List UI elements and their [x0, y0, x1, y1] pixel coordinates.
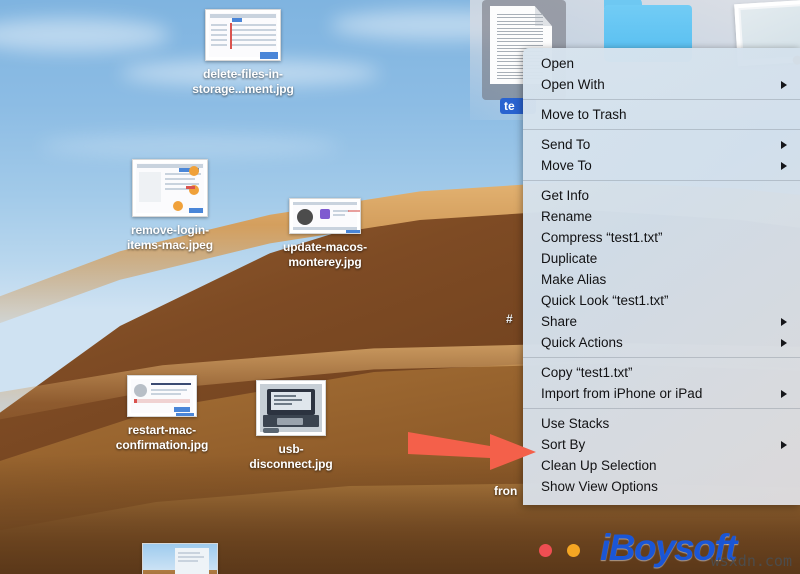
- desktop-icon-label: remove-login- items-mac.jpeg: [110, 223, 230, 253]
- menu-item-sort-by[interactable]: Sort By: [523, 434, 800, 455]
- desktop-icon-update-macos[interactable]: update-macos- monterey.jpg: [265, 198, 385, 270]
- menu-item-send-to[interactable]: Send To: [523, 134, 800, 155]
- menu-item-label: Use Stacks: [541, 416, 610, 431]
- chevron-right-icon: [781, 80, 787, 89]
- thumbnail-preview: [142, 543, 218, 574]
- obscured-label-line-1: Tr: [498, 450, 510, 464]
- thumbnail-preview: [205, 9, 281, 61]
- label-line-2: items-mac.jpeg: [127, 238, 213, 252]
- menu-item-label: Rename: [541, 209, 593, 224]
- thumbnail-preview: [256, 380, 326, 436]
- menu-item-rename[interactable]: Rename: [523, 206, 800, 227]
- menu-item-copy[interactable]: Copy “test1.txt”: [523, 362, 800, 383]
- desktop[interactable]: te delete-files-in- storage...ment.jpg r…: [0, 0, 800, 574]
- menu-separator: [523, 357, 800, 358]
- menu-item-make-alias[interactable]: Make Alias: [523, 269, 800, 290]
- menu-item-compress[interactable]: Compress “test1.txt”: [523, 227, 800, 248]
- menu-item-label: Move to Trash: [541, 107, 627, 122]
- menu-item-open[interactable]: Open: [523, 53, 800, 74]
- menu-item-label: Sort By: [541, 437, 586, 452]
- menu-item-move-to-trash[interactable]: Move to Trash: [523, 104, 800, 125]
- menu-item-label: Quick Actions: [541, 335, 623, 350]
- cloud-wisp: [0, 18, 170, 52]
- chevron-right-icon: [781, 389, 787, 398]
- menu-separator: [523, 180, 800, 181]
- menu-separator: [523, 129, 800, 130]
- label-line-1: restart-mac-: [127, 423, 197, 437]
- menu-item-get-info[interactable]: Get Info: [523, 185, 800, 206]
- thumbnail-preview: [132, 159, 208, 217]
- menu-item-label: Clean Up Selection: [541, 458, 657, 473]
- label-line-2: disconnect.jpg: [249, 457, 333, 471]
- desktop-icon-delete-files[interactable]: delete-files-in- storage...ment.jpg: [183, 9, 303, 97]
- cloud-wisp: [40, 135, 340, 157]
- menu-item-quick-look[interactable]: Quick Look “test1.txt”: [523, 290, 800, 311]
- desktop-icon-label: usb- disconnect.jpg: [231, 442, 351, 472]
- menu-item-open-with[interactable]: Open With: [523, 74, 800, 95]
- desktop-icon-restart-mac[interactable]: restart-mac- confirmation.jpg: [102, 375, 222, 453]
- desktop-icon-label: update-macos- monterey.jpg: [265, 240, 385, 270]
- menu-item-label: Quick Look “test1.txt”: [541, 293, 669, 308]
- menu-item-label: Get Info: [541, 188, 590, 203]
- menu-item-label: Send To: [541, 137, 591, 152]
- label-line-2: confirmation.jpg: [115, 438, 209, 452]
- label-line-1: remove-login-: [130, 223, 210, 237]
- thumbnail-preview: [127, 375, 197, 417]
- menu-item-quick-actions[interactable]: Quick Actions: [523, 332, 800, 353]
- desktop-icon-label: delete-files-in- storage...ment.jpg: [183, 67, 303, 97]
- menu-item-label: Import from iPhone or iPad: [541, 386, 703, 401]
- label-line-1: usb-: [278, 442, 304, 456]
- thumbnail-preview: [289, 198, 361, 234]
- logo-dots: [539, 544, 591, 562]
- menu-item-label: Make Alias: [541, 272, 607, 287]
- menu-item-duplicate[interactable]: Duplicate: [523, 248, 800, 269]
- desktop-icon-remove-login-items[interactable]: remove-login- items-mac.jpeg: [110, 159, 230, 253]
- menu-item-import-from-iphone[interactable]: Import from iPhone or iPad: [523, 383, 800, 404]
- desktop-icon-partial-bottom[interactable]: [120, 543, 240, 574]
- menu-item-label: Show View Options: [541, 479, 658, 494]
- menu-item-label: Open With: [541, 77, 605, 92]
- obscured-label-line-2: fron: [494, 484, 518, 498]
- logo-dot-red: [539, 544, 552, 557]
- label-line-2: monterey.jpg: [288, 255, 362, 269]
- menu-item-move-to[interactable]: Move To: [523, 155, 800, 176]
- menu-item-label: Share: [541, 314, 578, 329]
- menu-item-share[interactable]: Share: [523, 311, 800, 332]
- chevron-right-icon: [781, 338, 787, 347]
- menu-bottom-padding: [523, 497, 800, 505]
- label-line-2: storage...ment.jpg: [192, 82, 294, 96]
- menu-item-use-stacks[interactable]: Use Stacks: [523, 413, 800, 434]
- label-line-1: update-macos-: [282, 240, 368, 254]
- menu-item-label: Move To: [541, 158, 592, 173]
- menu-item-label: Duplicate: [541, 251, 598, 266]
- menu-item-label: Open: [541, 56, 575, 71]
- chevron-right-icon: [781, 140, 787, 149]
- menu-item-show-view-options[interactable]: Show View Options: [523, 476, 800, 497]
- logo-dot-orange: [567, 544, 581, 557]
- site-watermark: wsxdn.com: [710, 552, 792, 570]
- chevron-right-icon: [781, 317, 787, 326]
- menu-item-label: Copy “test1.txt”: [541, 365, 633, 380]
- chevron-right-icon: [781, 440, 787, 449]
- label-line-1: delete-files-in-: [203, 67, 283, 81]
- context-menu[interactable]: Open Open With Move to Trash Send To Mov…: [523, 48, 800, 505]
- chevron-right-icon: [781, 161, 787, 170]
- menu-separator: [523, 408, 800, 409]
- desktop-icon-usb-disconnect[interactable]: usb- disconnect.jpg: [231, 380, 351, 472]
- obscured-label-fragment: #: [506, 312, 513, 326]
- menu-separator: [523, 99, 800, 100]
- desktop-icon-label: restart-mac- confirmation.jpg: [102, 423, 222, 453]
- menu-item-clean-up-selection[interactable]: Clean Up Selection: [523, 455, 800, 476]
- menu-item-label: Compress “test1.txt”: [541, 230, 663, 245]
